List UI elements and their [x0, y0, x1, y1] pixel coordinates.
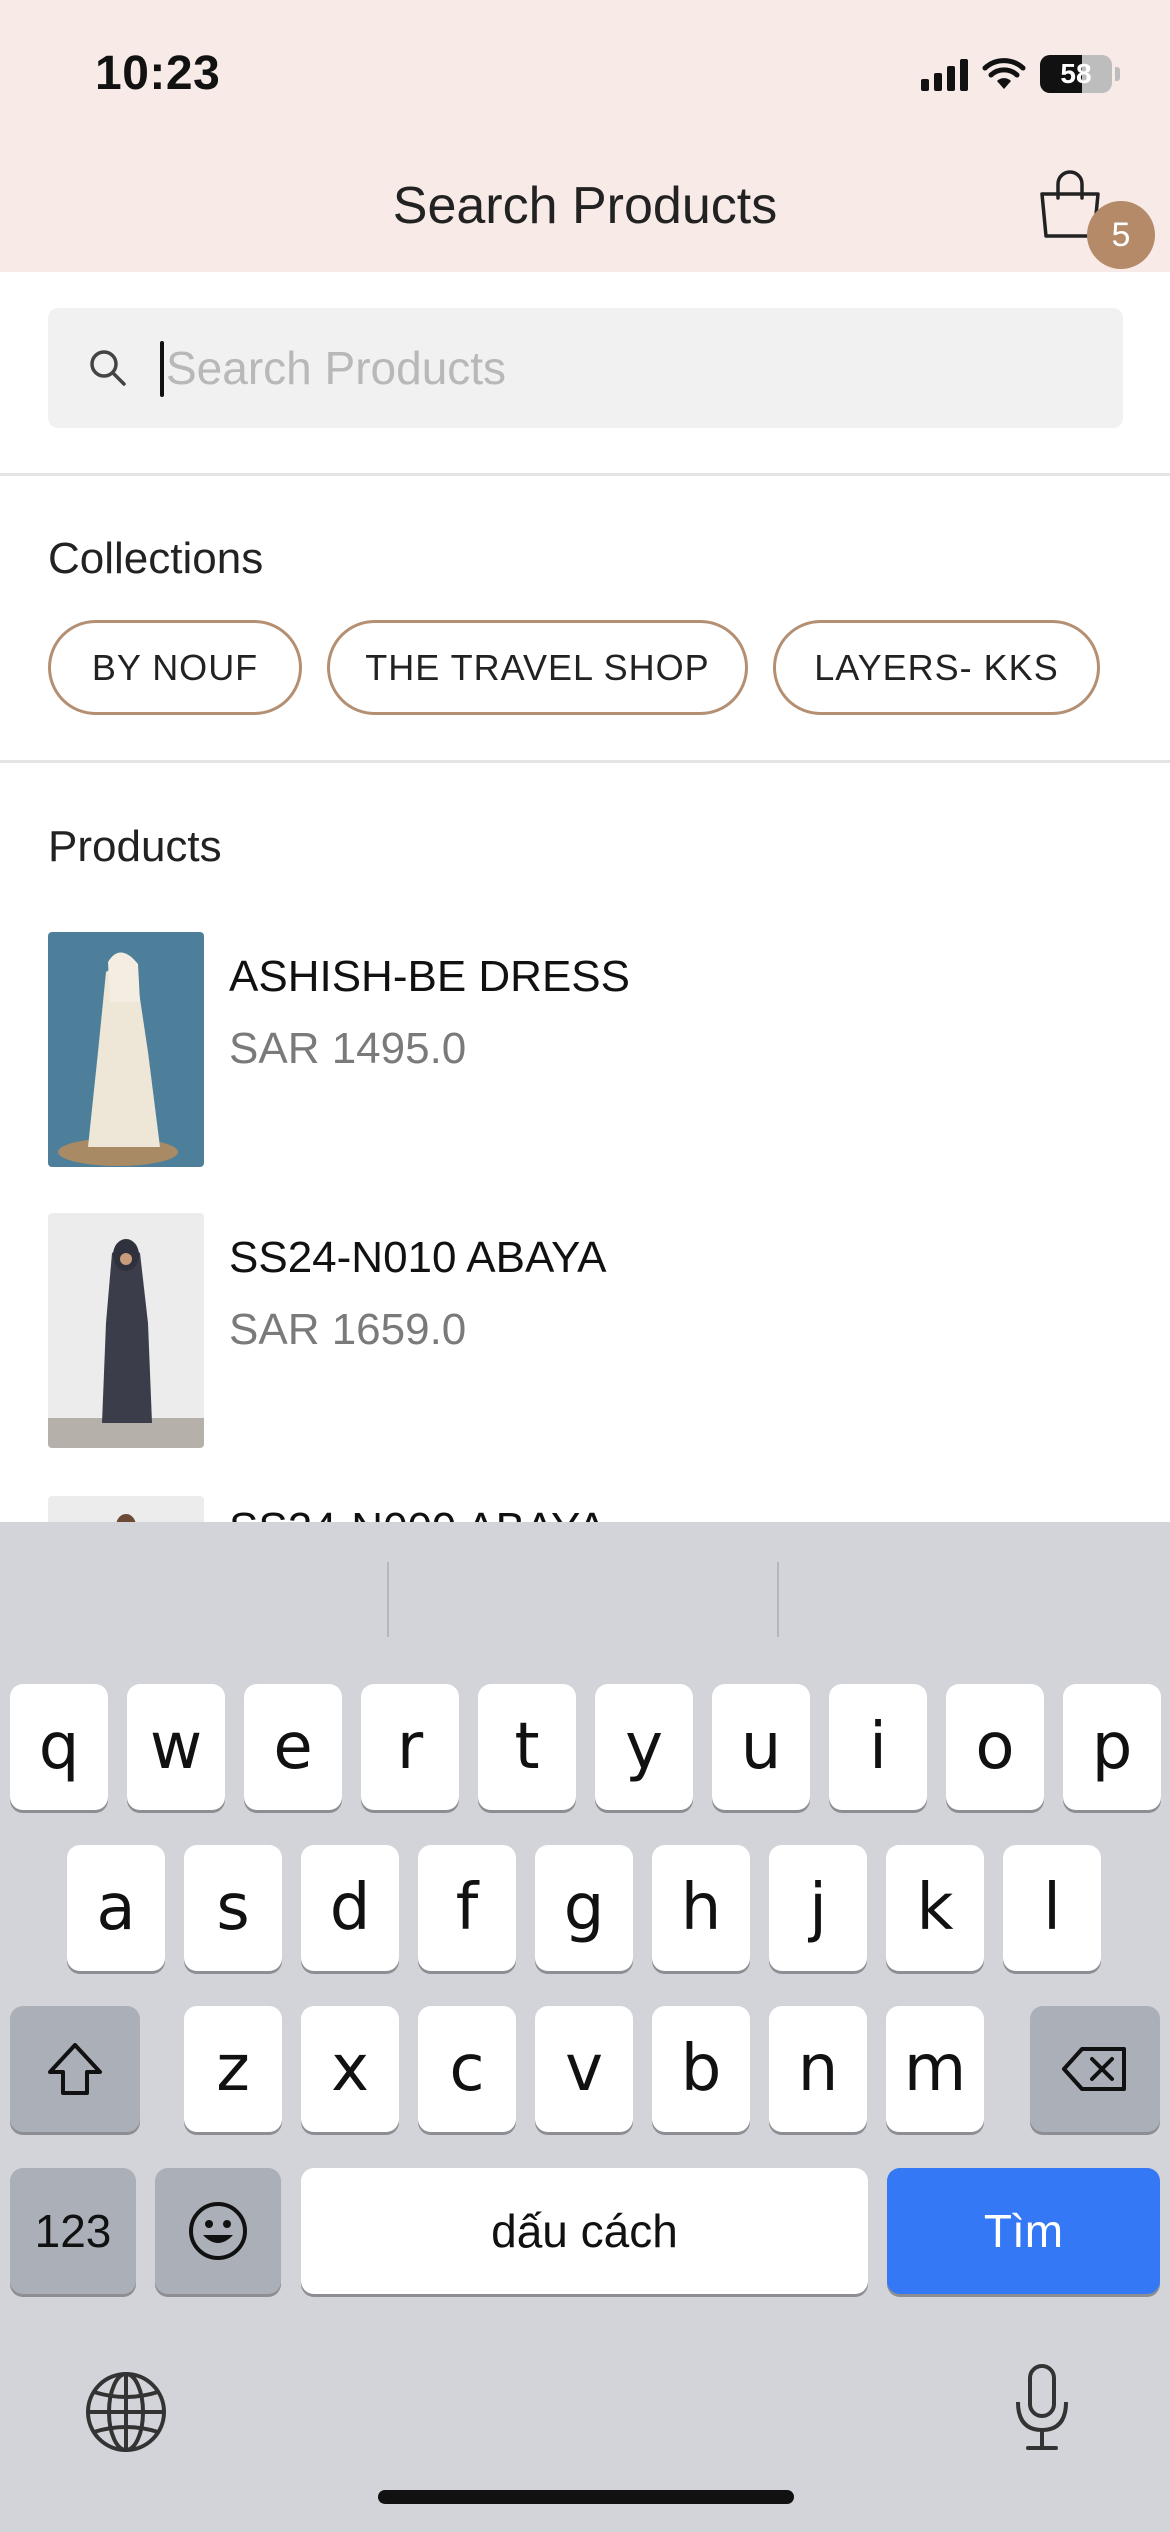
- key-l[interactable]: l: [1003, 1845, 1101, 1971]
- battery-icon: 58: [1040, 55, 1120, 93]
- key-v[interactable]: v: [535, 2006, 633, 2132]
- products-title: Products: [48, 822, 222, 871]
- product-name: ASHISH-BE DRESS: [229, 952, 630, 1001]
- key-p[interactable]: p: [1063, 1684, 1161, 1810]
- key-k[interactable]: k: [886, 1845, 984, 1971]
- collection-chip-layers-kks[interactable]: LAYERS- KKS: [773, 620, 1100, 715]
- product-name: SS24-N010 ABAYA: [229, 1233, 607, 1282]
- cart-count-badge[interactable]: 5: [1087, 201, 1155, 269]
- emoji-key[interactable]: [155, 2168, 281, 2294]
- text-cursor: [160, 341, 164, 397]
- space-key[interactable]: dấu cách: [301, 2168, 868, 2294]
- key-u[interactable]: u: [712, 1684, 810, 1810]
- delete-key[interactable]: [1030, 2006, 1160, 2132]
- key-h[interactable]: h: [652, 1845, 750, 1971]
- key-f[interactable]: f: [418, 1845, 516, 1971]
- divider: [0, 473, 1170, 476]
- product-item[interactable]: ASHISH-BE DRESS SAR 1495.0: [48, 932, 1128, 1167]
- key-e[interactable]: e: [244, 1684, 342, 1810]
- key-b[interactable]: b: [652, 2006, 750, 2132]
- wifi-icon: [982, 58, 1026, 89]
- search-return-key[interactable]: Tìm: [887, 2168, 1160, 2294]
- product-image: [48, 932, 204, 1167]
- key-d[interactable]: d: [301, 1845, 399, 1971]
- emoji-icon: [189, 2202, 247, 2260]
- key-m[interactable]: m: [886, 2006, 984, 2132]
- key-g[interactable]: g: [535, 1845, 633, 1971]
- product-price: SAR 1659.0: [229, 1305, 467, 1354]
- header: 10:23 58 Search Products 5: [0, 0, 1170, 272]
- product-name: SS24-N009 ABAYA: [229, 1504, 606, 1522]
- search-input[interactable]: [166, 328, 1066, 408]
- status-time: 10:23: [95, 47, 221, 100]
- microphone-icon[interactable]: [1010, 2362, 1074, 2454]
- shift-icon: [48, 2043, 102, 2095]
- collections-title: Collections: [48, 534, 264, 583]
- collection-chip-by-nouf[interactable]: BY NOUF: [48, 620, 302, 715]
- key-y[interactable]: y: [595, 1684, 693, 1810]
- key-o[interactable]: o: [946, 1684, 1044, 1810]
- key-n[interactable]: n: [769, 2006, 867, 2132]
- key-a[interactable]: a: [67, 1845, 165, 1971]
- delete-icon: [1062, 2047, 1126, 2091]
- shift-key[interactable]: [10, 2006, 140, 2132]
- product-image: [48, 1496, 204, 1522]
- product-item[interactable]: SS24-N009 ABAYA: [48, 1496, 1128, 1522]
- numbers-key[interactable]: 123: [10, 2168, 136, 2294]
- key-r[interactable]: r: [361, 1684, 459, 1810]
- page-title: Search Products: [392, 177, 778, 235]
- key-z[interactable]: z: [184, 2006, 282, 2132]
- key-q[interactable]: q: [10, 1684, 108, 1810]
- key-c[interactable]: c: [418, 2006, 516, 2132]
- divider: [0, 760, 1170, 763]
- globe-icon[interactable]: [84, 2370, 168, 2454]
- key-s[interactable]: s: [184, 1845, 282, 1971]
- key-t[interactable]: t: [478, 1684, 576, 1810]
- collection-chip-the-travel-shop[interactable]: THE TRAVEL SHOP: [327, 620, 748, 715]
- cellular-signal-icon: [921, 57, 968, 91]
- search-bar[interactable]: [48, 308, 1123, 428]
- status-icons: 58: [921, 50, 1120, 98]
- search-icon: [90, 350, 126, 386]
- key-i[interactable]: i: [829, 1684, 927, 1810]
- key-w[interactable]: w: [127, 1684, 225, 1810]
- product-image: [48, 1213, 204, 1448]
- product-price: SAR 1495.0: [229, 1024, 467, 1073]
- product-item[interactable]: SS24-N010 ABAYA SAR 1659.0: [48, 1213, 1128, 1448]
- home-indicator: [378, 2490, 794, 2504]
- key-x[interactable]: x: [301, 2006, 399, 2132]
- key-j[interactable]: j: [769, 1845, 867, 1971]
- battery-level: 58: [1060, 58, 1092, 89]
